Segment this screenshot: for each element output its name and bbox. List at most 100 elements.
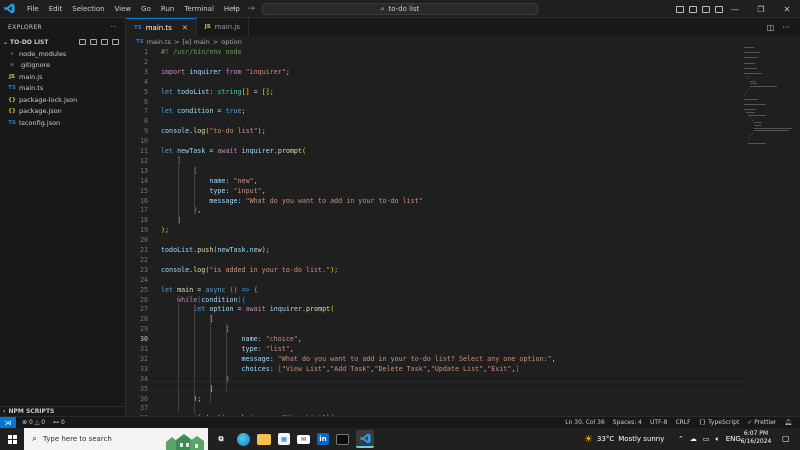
volume-icon[interactable]: 🔈︎ (716, 435, 720, 444)
menu-item-terminal[interactable]: Terminal (179, 0, 219, 18)
line-number: 27 (139, 305, 148, 314)
code-token: = (193, 285, 206, 294)
breadcrumb-file[interactable]: main.ts (147, 38, 171, 46)
collapse-all-icon[interactable] (112, 39, 119, 45)
close-tab-icon[interactable]: ✕ (182, 24, 188, 32)
code-line: 18 ] (126, 215, 744, 225)
new-folder-icon[interactable] (90, 39, 97, 45)
file-item[interactable]: › node_modules (0, 48, 125, 60)
code-token: { (241, 295, 246, 304)
menu-item-edit[interactable]: Edit (44, 0, 68, 18)
file-item[interactable]: TS main.ts (0, 83, 125, 95)
encoding[interactable]: UTF-8 (650, 419, 668, 426)
editor-scrollbar[interactable] (792, 47, 800, 416)
minimap[interactable] (744, 47, 793, 416)
minimap-line (744, 52, 760, 54)
toggle-primary-sidebar-icon[interactable] (676, 5, 684, 13)
back-arrow-icon[interactable]: ← (232, 4, 240, 14)
taskbar-search[interactable]: ⌕ Type here to search (24, 428, 164, 450)
search-highlight-image[interactable] (164, 428, 208, 450)
cloud-icon[interactable]: ☁ (690, 435, 697, 443)
tab-main-ts[interactable]: TS main.ts ✕ (126, 18, 197, 36)
notifications-bell-icon[interactable]: 🔔︎ (784, 419, 792, 426)
command-center-search[interactable]: ⌕ to-do list (262, 3, 538, 15)
json-file-icon: {} (8, 108, 16, 115)
new-file-icon[interactable] (79, 39, 86, 45)
code-line: 9 console.log("to-do list"); (126, 126, 744, 136)
language-indicator[interactable]: ENG (726, 435, 741, 443)
problems-indicator[interactable]: ⊗ 0 △ 0 (22, 419, 45, 426)
refresh-icon[interactable] (101, 39, 108, 45)
notification-center-icon[interactable]: ▢ (782, 434, 790, 443)
toggle-panel-icon[interactable] (689, 5, 697, 13)
chevron-up-icon[interactable]: ⌃ (678, 435, 684, 443)
toggle-secondary-sidebar-icon[interactable] (702, 5, 710, 13)
code-line: 25 let main = async () => { (126, 285, 744, 295)
edge-browser-icon[interactable] (237, 432, 250, 446)
file-item[interactable]: {} package-lock.json (0, 94, 125, 106)
code-line: 21 todoList.push(newTask.new); (126, 245, 744, 255)
network-icon[interactable]: ▭ (703, 435, 710, 443)
breadcrumb-separator: > (173, 37, 180, 46)
explorer-sidebar: EXPLORER ··· ⌄ TO-DO LIST › node_modules ◆… (0, 18, 126, 416)
weather-widget[interactable]: ☀ 33°C Mostly sunny (584, 428, 664, 450)
remote-indicator-icon[interactable]: ⋊ (0, 416, 16, 429)
vscode-logo-icon[interactable] (0, 0, 18, 18)
more-actions-icon[interactable]: ··· (782, 23, 790, 32)
linkedin-icon[interactable]: in (317, 433, 329, 445)
mail-icon[interactable]: ✉ (297, 434, 310, 444)
minimap-line (752, 132, 753, 134)
language-mode[interactable]: {} TypeScript (699, 419, 740, 426)
breadcrumb-symbol[interactable]: [e] main (182, 38, 209, 46)
vscode-taskbar-icon[interactable] (356, 430, 374, 448)
line-source: while(condition){ (161, 295, 246, 305)
code-token: , (551, 354, 556, 363)
terminal-icon[interactable] (336, 433, 349, 445)
indentation[interactable]: Spaces: 4 (613, 419, 642, 426)
menu-item-run[interactable]: Run (156, 0, 179, 18)
indent-guide (210, 314, 211, 404)
formatter-status[interactable]: ✓ Prettier (747, 419, 776, 426)
tab-main-js[interactable]: JS main.js (197, 18, 250, 36)
menu-item-selection[interactable]: Selection (67, 0, 109, 18)
code-token: while (177, 295, 198, 304)
file-item[interactable]: JS main.js (0, 71, 125, 83)
menu-item-view[interactable]: View (110, 0, 137, 18)
file-item[interactable]: TS tsconfig.json (0, 117, 125, 129)
more-actions-icon[interactable]: ··· (110, 24, 117, 31)
code-editor[interactable]: 1 #! /usr/bin/env node 2 3 import inquirer f… (126, 47, 744, 416)
line-number: 26 (139, 295, 148, 304)
microsoft-store-icon[interactable]: ▦ (278, 433, 290, 445)
close-window-icon[interactable]: ✕ (774, 5, 800, 14)
code-token: [] (241, 87, 250, 96)
forward-arrow-icon[interactable]: → (248, 4, 256, 14)
task-view-icon[interactable]: ⧉ (212, 430, 230, 448)
cursor-position[interactable]: Ln 30, Col 36 (565, 419, 605, 426)
start-button[interactable] (0, 428, 24, 450)
tab-label: main.js (214, 23, 241, 31)
code-token: ] (515, 364, 520, 373)
code-token: = (213, 107, 226, 116)
code-line: 37 (126, 403, 744, 413)
split-editor-icon[interactable]: ◫ (767, 23, 775, 32)
file-item[interactable]: {} package.json (0, 106, 125, 118)
code-token: "Update List" (430, 364, 484, 373)
minimize-icon[interactable]: — (722, 5, 748, 14)
menu-item-file[interactable]: File (22, 0, 44, 18)
taskbar-clock[interactable]: 6:07 PM 6/16/2024 (740, 430, 772, 446)
breadcrumb-property[interactable]: option (221, 38, 242, 46)
code-line: 12 [ (126, 156, 744, 166)
indent-guide (178, 294, 179, 414)
file-item[interactable]: ◆ .gitignore (0, 60, 125, 72)
code-line: 30 name: "choice", (126, 334, 744, 344)
file-explorer-icon[interactable] (257, 433, 271, 445)
workspace-folder[interactable]: ⌄ TO-DO LIST (0, 36, 125, 48)
ports-indicator[interactable]: ⊷ 0 (53, 419, 65, 426)
maximize-icon[interactable]: ❐ (748, 5, 774, 14)
menu-item-go[interactable]: Go (136, 0, 156, 18)
line-source: }, (161, 205, 201, 215)
end-of-line[interactable]: CRLF (675, 419, 690, 426)
npm-scripts-section[interactable]: › NPM SCRIPTS (0, 406, 126, 416)
code-line: 22 (126, 255, 744, 265)
